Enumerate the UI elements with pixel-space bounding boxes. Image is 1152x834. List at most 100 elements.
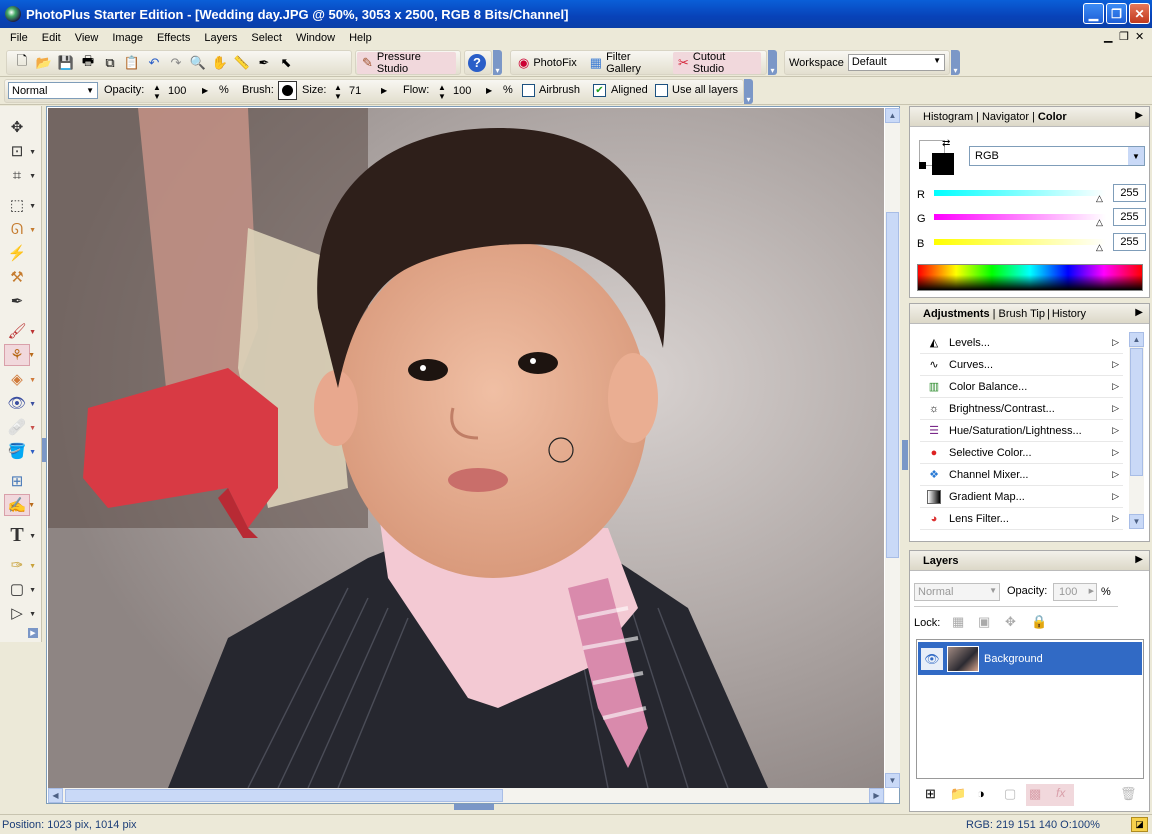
deform-tool-icon[interactable]: ⊡ ▼ xyxy=(4,140,36,162)
tab-histogram[interactable]: Histogram xyxy=(923,111,973,123)
splitter-handle[interactable] xyxy=(454,804,494,810)
toolbar-chevron-icon[interactable]: ▾ xyxy=(744,79,753,104)
vertical-scroll-thumb[interactable] xyxy=(886,212,899,558)
adjustment-layer-icon[interactable]: ◑ xyxy=(977,786,985,801)
toolbar-chevron-icon[interactable]: ▾ xyxy=(493,50,502,75)
tab-history[interactable]: History xyxy=(1052,308,1086,320)
tab-brush-tip[interactable]: Brush Tip xyxy=(998,308,1044,320)
resize-grip-icon[interactable]: ◪ xyxy=(1131,817,1148,832)
menu-file[interactable]: File xyxy=(10,32,28,44)
play-arrow-icon[interactable]: ▷ xyxy=(1112,403,1119,414)
lock-position-icon[interactable]: ✥ xyxy=(1005,614,1016,630)
stepper-icon[interactable]: ▲ ▼ xyxy=(438,83,446,101)
g-slider[interactable] xyxy=(934,214,1106,220)
pressure-studio-button[interactable]: ✎ Pressure Studio xyxy=(357,51,456,75)
new-layer-group-icon[interactable]: 📁 xyxy=(950,786,966,802)
background-color-swatch[interactable] xyxy=(932,153,954,175)
r-input[interactable]: 255 xyxy=(1113,184,1146,202)
airbrush-checkbox[interactable] xyxy=(522,84,535,97)
swap-colors-icon[interactable]: ⇄ xyxy=(942,138,950,149)
menu-view[interactable]: View xyxy=(75,32,99,44)
opacity-input[interactable]: 100 xyxy=(165,82,198,99)
layer-opacity-input[interactable]: 100 ▶ xyxy=(1053,583,1097,601)
adjustment-item-hue-saturation[interactable]: ☰ Hue/Saturation/Lightness... ▷ xyxy=(920,420,1123,442)
undo-icon[interactable]: ↶ xyxy=(144,53,164,73)
lock-all-icon[interactable]: 🔒 xyxy=(1031,614,1047,630)
adjustment-item-gradient-map[interactable]: Gradient Map... ▷ xyxy=(920,486,1123,508)
photofix-button[interactable]: ◉ PhotoFix xyxy=(513,52,582,74)
g-input[interactable]: 255 xyxy=(1113,208,1146,226)
warp-tool-icon[interactable]: ⊞ xyxy=(4,470,30,492)
doc-minimize-icon[interactable]: ▁ xyxy=(1104,30,1112,43)
filter-gallery-button[interactable]: ▦ Filter Gallery xyxy=(585,51,670,75)
stepper-icon[interactable]: ▲ ▼ xyxy=(153,83,161,101)
cutout-studio-button[interactable]: ✂ Cutout Studio xyxy=(672,51,761,75)
g-slider-handle-icon[interactable]: △ xyxy=(1096,217,1103,228)
play-arrow-icon[interactable]: ▶ xyxy=(486,86,492,95)
smudge-icon[interactable]: 🩹 ▼ xyxy=(4,416,36,438)
menu-help[interactable]: Help xyxy=(349,32,372,44)
paste-icon[interactable]: 📋 xyxy=(122,53,142,73)
photo-image[interactable] xyxy=(48,108,884,788)
move-tool-icon[interactable]: ✥ xyxy=(4,116,30,138)
flow-input[interactable]: 100 xyxy=(450,82,483,99)
hand-icon[interactable]: ✋ xyxy=(210,53,230,73)
menu-layers[interactable]: Layers xyxy=(204,32,237,44)
scroll-down-icon[interactable]: ▼ xyxy=(885,773,900,788)
pen-tool-icon[interactable]: ✍ ▼ xyxy=(4,494,35,516)
crop-tool-icon[interactable]: ⌗ ▼ xyxy=(4,164,36,186)
new-layer-icon[interactable]: ⊞ xyxy=(925,786,936,802)
panel-menu-icon[interactable]: ▶ xyxy=(1135,110,1143,121)
copy-icon[interactable]: ⧉ xyxy=(100,53,120,73)
r-slider-handle-icon[interactable]: △ xyxy=(1096,193,1103,204)
adjustment-item-brightness-contrast[interactable]: ☼ Brightness/Contrast... ▷ xyxy=(920,398,1123,420)
toolbar-chevron-icon[interactable]: ▾ xyxy=(768,50,777,75)
play-arrow-icon[interactable]: ▷ xyxy=(1112,491,1119,502)
delete-layer-icon[interactable]: 🗑 xyxy=(1120,786,1137,802)
menu-edit[interactable]: Edit xyxy=(42,32,61,44)
shape-tool-icon[interactable]: ▢ ▼ xyxy=(4,578,36,600)
clone-tool-icon[interactable]: ⚘ ▼ xyxy=(4,344,35,366)
minimize-button[interactable]: ▁ xyxy=(1083,3,1104,24)
adjustment-item-lens-filter[interactable]: ◕ Lens Filter... ▷ xyxy=(920,508,1123,530)
ruler-icon[interactable]: 📏 xyxy=(232,53,252,73)
color-pickup-icon[interactable]: ✒ xyxy=(4,290,30,312)
magic-wand-icon[interactable]: ⚡ xyxy=(4,242,30,264)
size-input[interactable]: 71 xyxy=(346,82,376,99)
toolbox-expand-icon[interactable]: ▶ xyxy=(28,628,38,638)
lasso-icon[interactable]: ᘏ ▼ xyxy=(4,218,36,240)
node-edit-icon[interactable]: ▷ ▼ xyxy=(4,602,36,624)
toolbar-chevron-icon[interactable]: ▾ xyxy=(951,50,960,75)
menu-select[interactable]: Select xyxy=(251,32,282,44)
redo-icon[interactable]: ↷ xyxy=(166,53,186,73)
adjustment-item-selective-color[interactable]: ● Selective Color... ▷ xyxy=(920,442,1123,464)
b-input[interactable]: 255 xyxy=(1113,233,1146,251)
adjustment-item-curves[interactable]: ∿ Curves... ▷ xyxy=(920,354,1123,376)
workspace-select[interactable]: Default ▼ xyxy=(847,54,945,71)
color-mode-select[interactable]: RGB ▼ xyxy=(969,146,1145,166)
lock-pixels-icon[interactable]: ▣ xyxy=(978,614,990,630)
eraser-icon[interactable]: ◈ ▼ xyxy=(4,368,36,390)
horizontal-scrollbar[interactable]: ◀ ▶ xyxy=(48,788,885,803)
text-tool-icon[interactable]: T ▼ xyxy=(4,524,36,546)
restore-button[interactable]: ❐ xyxy=(1106,3,1127,24)
play-arrow-icon[interactable]: ▷ xyxy=(1112,359,1119,370)
play-arrow-icon[interactable]: ▷ xyxy=(1112,469,1119,480)
play-arrow-icon[interactable]: ▷ xyxy=(1112,447,1119,458)
doc-close-icon[interactable]: ✕ xyxy=(1135,30,1144,43)
panel-menu-icon[interactable]: ▶ xyxy=(1135,554,1143,565)
rect-selection-icon[interactable]: ⬚ ▼ xyxy=(4,194,36,216)
open-folder-icon[interactable]: 📂 xyxy=(34,53,54,73)
eye-icon[interactable]: 👁 xyxy=(921,647,943,670)
pointer-icon[interactable]: ⬉ xyxy=(276,53,296,73)
tab-navigator[interactable]: Navigator xyxy=(982,111,1029,123)
layer-row-background[interactable]: 👁 Background xyxy=(918,642,1142,675)
help-icon[interactable]: ? xyxy=(468,53,486,72)
menu-window[interactable]: Window xyxy=(296,32,335,44)
fx-icon[interactable]: fx xyxy=(1056,786,1065,800)
pen-node-icon[interactable]: ✑ ▼ xyxy=(4,554,36,576)
new-file-icon[interactable]: 🗋 xyxy=(12,53,32,73)
close-button[interactable]: ✕ xyxy=(1129,3,1150,24)
fill-icon[interactable]: 🪣 ▼ xyxy=(4,440,36,462)
scroll-up-icon[interactable]: ▲ xyxy=(1129,332,1144,347)
